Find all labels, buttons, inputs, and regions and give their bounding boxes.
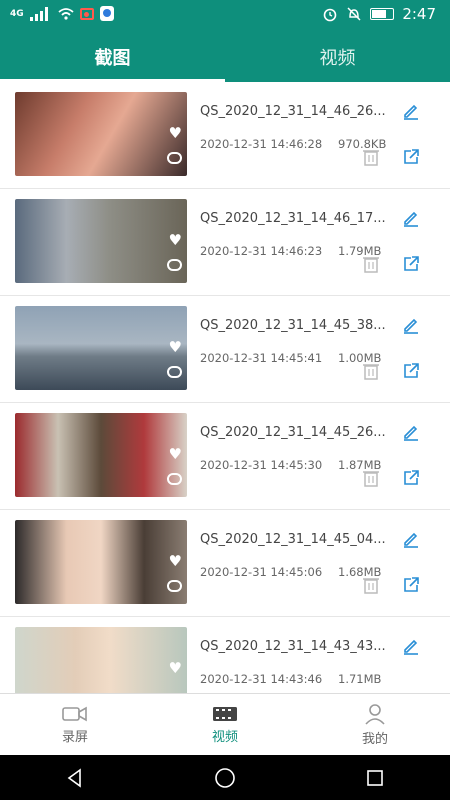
comment-icon: [167, 152, 182, 164]
network-label: 4G: [10, 8, 24, 19]
alarm-icon: [324, 8, 337, 22]
nav-label: 录屏: [61, 729, 88, 745]
battery-icon: [370, 8, 395, 20]
nav-record[interactable]: 录屏: [0, 694, 150, 755]
nav-profile[interactable]: 我的: [300, 694, 450, 755]
nav-label: 视频: [211, 729, 238, 745]
heart-icon: ♥: [168, 231, 182, 249]
file-size: 1.71MB: [338, 672, 382, 686]
file-date: 2020-12-31 14:45:06: [200, 565, 323, 579]
recents-icon: [367, 769, 383, 786]
file-date: 2020-12-31 14:43:46: [200, 672, 323, 686]
file-date: 2020-12-31 14:46:23: [200, 244, 323, 258]
file-date: 2020-12-31 14:45:41: [200, 351, 323, 365]
heart-icon: ♥: [168, 338, 182, 356]
tab-label: 视频: [319, 48, 356, 69]
comment-icon: [167, 366, 182, 378]
signal-icon: [29, 6, 52, 21]
system-navigation: [0, 755, 450, 800]
nav-label: 我的: [361, 731, 388, 747]
heart-icon: ♥: [168, 124, 182, 142]
file-name: QS_2020_12_31_14_45_04...: [200, 532, 386, 547]
film-icon: [213, 706, 237, 721]
shield-icon: [99, 6, 114, 21]
edit-icon[interactable]: [402, 530, 420, 548]
wifi-icon: [58, 7, 74, 20]
list-item[interactable]: ♥ QS_2020_12_31_14_45_38... 2020-12-31 1…: [0, 296, 450, 403]
share-icon[interactable]: [402, 469, 420, 487]
camcorder-icon: [62, 706, 87, 721]
file-name: QS_2020_12_31_14_45_26...: [200, 425, 386, 440]
thumbnail-image[interactable]: ♥: [15, 306, 187, 390]
thumbnail-image[interactable]: ♥: [15, 520, 187, 604]
thumbnail-image[interactable]: ♥: [15, 627, 187, 693]
mute-icon: [347, 7, 361, 21]
file-name: QS_2020_12_31_14_46_26...: [200, 104, 386, 119]
nav-videos[interactable]: 视频: [150, 694, 300, 755]
home-icon: [215, 767, 235, 788]
list-item[interactable]: ♥ QS_2020_12_31_14_43_43... 2020-12-31 1…: [0, 617, 450, 693]
share-icon[interactable]: [402, 148, 420, 166]
back-icon: [67, 767, 81, 788]
person-icon: [365, 703, 385, 725]
recents-button[interactable]: [355, 758, 395, 798]
status-time: 2:47: [402, 5, 436, 23]
list-item[interactable]: ♥ QS_2020_12_31_14_45_26... 2020-12-31 1…: [0, 403, 450, 510]
share-icon[interactable]: [402, 255, 420, 273]
recording-icon: [79, 7, 94, 20]
edit-icon[interactable]: [402, 423, 420, 441]
share-icon[interactable]: [402, 576, 420, 594]
heart-icon: ♥: [168, 659, 182, 677]
heart-icon: ♥: [168, 445, 182, 463]
status-bar: 4G 2:47: [0, 0, 450, 32]
tab-label: 截图: [94, 48, 131, 69]
file-date: 2020-12-31 14:46:28: [200, 137, 323, 151]
trash-icon[interactable]: [362, 361, 380, 381]
trash-icon[interactable]: [362, 147, 380, 167]
heart-icon: ♥: [168, 552, 182, 570]
file-name: QS_2020_12_31_14_43_43...: [200, 639, 386, 654]
trash-icon[interactable]: [362, 468, 380, 488]
back-button[interactable]: [55, 758, 95, 798]
bottom-navigation: 录屏 视频 我的: [0, 693, 450, 755]
comment-icon: [167, 473, 182, 485]
list-item[interactable]: ♥ QS_2020_12_31_14_46_26... 2020-12-31 1…: [0, 82, 450, 189]
home-button[interactable]: [205, 758, 245, 798]
share-icon[interactable]: [402, 362, 420, 380]
edit-icon[interactable]: [402, 102, 420, 120]
trash-icon[interactable]: [362, 254, 380, 274]
comment-icon: [167, 580, 182, 592]
edit-icon[interactable]: [402, 209, 420, 227]
tab-videos[interactable]: 视频: [225, 32, 450, 82]
thumbnail-image[interactable]: ♥: [15, 413, 187, 497]
trash-icon[interactable]: [362, 575, 380, 595]
tab-bar: 截图 视频: [0, 32, 450, 82]
list-item[interactable]: ♥ QS_2020_12_31_14_46_17... 2020-12-31 1…: [0, 189, 450, 296]
file-date: 2020-12-31 14:45:30: [200, 458, 323, 472]
thumbnail-image[interactable]: ♥: [15, 92, 187, 176]
file-name: QS_2020_12_31_14_45_38...: [200, 318, 386, 333]
media-list: ♥ QS_2020_12_31_14_46_26... 2020-12-31 1…: [0, 82, 450, 693]
edit-icon[interactable]: [402, 316, 420, 334]
list-item[interactable]: ♥ QS_2020_12_31_14_45_04... 2020-12-31 1…: [0, 510, 450, 617]
thumbnail-image[interactable]: ♥: [15, 199, 187, 283]
comment-icon: [167, 259, 182, 271]
file-name: QS_2020_12_31_14_46_17...: [200, 211, 386, 226]
tab-screenshots[interactable]: 截图: [0, 32, 225, 82]
edit-icon[interactable]: [402, 637, 420, 655]
